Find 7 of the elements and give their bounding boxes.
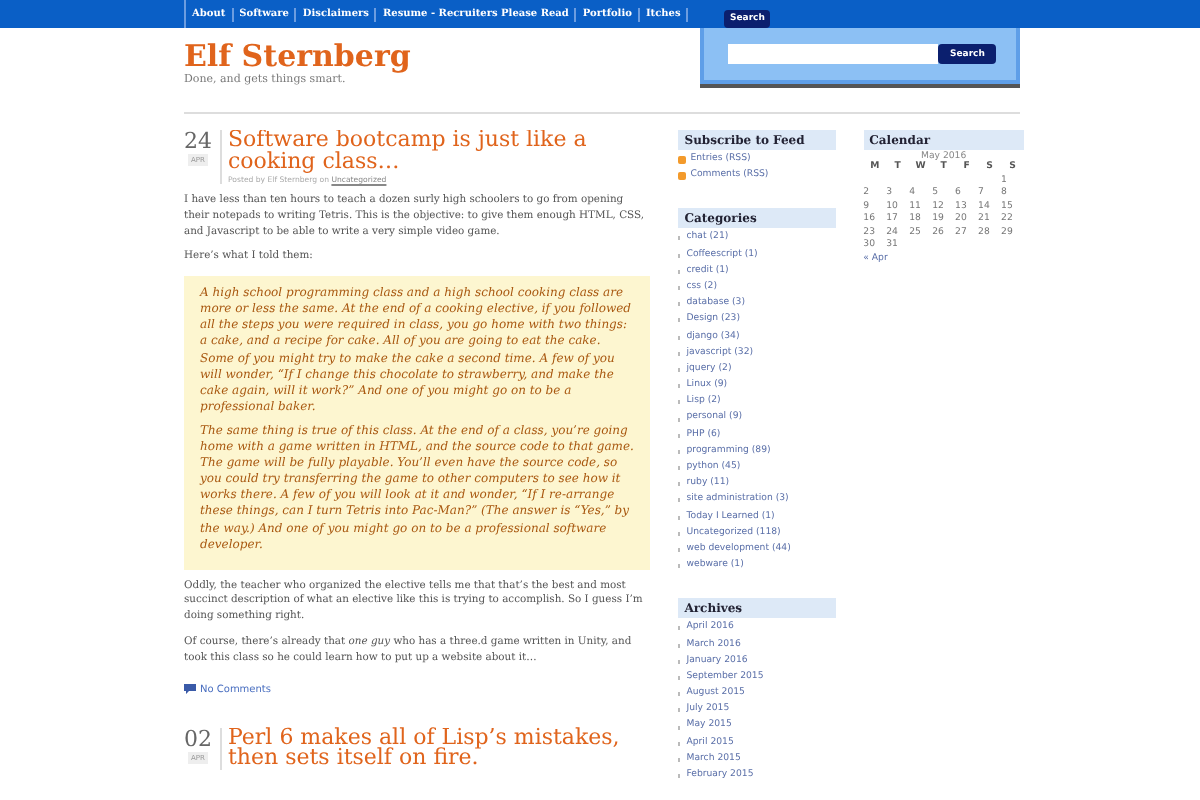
site-title[interactable]: Elf Sternberg	[184, 40, 411, 74]
search-field[interactable]	[728, 44, 938, 64]
post-day: 24	[184, 130, 212, 152]
post-day: 02	[184, 727, 212, 750]
speech-bubble-icon	[184, 684, 196, 695]
post-title[interactable]: Software bootcamp is just like a cooking class…	[228, 130, 651, 172]
post-title[interactable]: Perl 6 makes all of Lisp’s mistakes, then sets itself on fire.	[228, 727, 651, 770]
